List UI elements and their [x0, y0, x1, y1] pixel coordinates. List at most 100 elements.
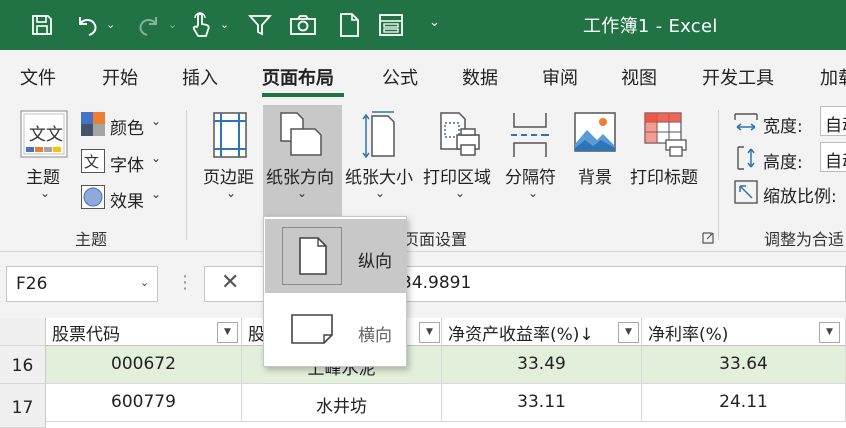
colors-icon[interactable] — [81, 112, 105, 136]
new-file-icon[interactable] — [335, 9, 363, 41]
table-cell[interactable]: 水井坊 — [242, 384, 442, 422]
table-cell[interactable]: 33.64 — [642, 346, 846, 384]
cancel-icon[interactable]: ✕ — [221, 270, 239, 295]
colors-label[interactable]: 颜色 — [110, 114, 144, 139]
menu-item-portrait[interactable]: 纵向 — [265, 219, 407, 293]
tab-developer[interactable]: 开发工具 — [702, 64, 774, 90]
tab-page-layout[interactable]: 页面布局 — [262, 64, 334, 90]
header-stock-code[interactable]: 股票代码 — [46, 318, 242, 346]
filter-dropdown-icon[interactable]: ▼ — [217, 322, 238, 343]
background-icon[interactable] — [574, 112, 616, 152]
active-tab-indicator — [262, 93, 344, 97]
landscape-icon — [291, 314, 333, 344]
group-separator — [718, 110, 719, 240]
table-cell[interactable]: 000672 — [46, 346, 242, 384]
formula-bar-splitter[interactable]: ⋮ — [176, 272, 194, 293]
size-icon[interactable] — [362, 110, 396, 158]
breaks-label[interactable]: 分隔符 — [505, 163, 556, 188]
name-box-dropdown-icon[interactable]: ⌄ — [140, 276, 149, 289]
undo-icon[interactable] — [72, 9, 102, 41]
select-all-corner[interactable] — [0, 318, 46, 346]
filter-icon[interactable] — [245, 9, 275, 41]
width-label: 宽度: — [763, 117, 803, 137]
scale-label: 缩放比例: — [763, 187, 837, 207]
table-cell[interactable]: 33.49 — [442, 346, 642, 384]
fonts-icon[interactable]: 文 — [81, 149, 105, 173]
height-label: 高度: — [763, 153, 803, 173]
print-titles-label[interactable]: 打印标题 — [630, 163, 698, 188]
fonts-label[interactable]: 字体 — [110, 151, 144, 176]
scale-icon — [734, 180, 758, 204]
tab-file[interactable]: 文件 — [20, 64, 56, 90]
table-cell[interactable]: 600779 — [46, 384, 242, 422]
margins-dropdown-icon[interactable]: ⌄ — [226, 186, 236, 200]
width-select[interactable]: 自动 — [820, 106, 846, 136]
effects-dropdown-icon[interactable]: ⌄ — [151, 187, 161, 201]
themes-dropdown-icon[interactable]: ⌄ — [40, 186, 50, 200]
tab-insert[interactable]: 插入 — [182, 64, 218, 90]
camera-icon[interactable] — [287, 9, 319, 41]
group-separator — [186, 110, 187, 240]
filter-dropdown-icon[interactable]: ▼ — [419, 322, 440, 343]
title-bar — [0, 0, 846, 50]
form-icon[interactable] — [376, 9, 406, 41]
effects-label[interactable]: 效果 — [110, 187, 144, 212]
breaks-dropdown-icon[interactable]: ⌄ — [528, 186, 538, 200]
undo-dropdown-icon[interactable]: ⌄ — [106, 16, 116, 34]
portrait-icon-frame — [282, 227, 342, 285]
orientation-dropdown-icon[interactable]: ⌄ — [297, 186, 307, 200]
print-area-icon[interactable] — [439, 111, 483, 159]
header-roe[interactable]: 净资产收益率(%)↓ — [442, 318, 642, 346]
tab-home[interactable]: 开始 — [102, 64, 138, 90]
page-setup-launcher-icon[interactable] — [702, 232, 714, 244]
background-label[interactable]: 背景 — [578, 163, 612, 188]
scale-group-label: 调整为合适 — [764, 230, 845, 249]
table-cell[interactable]: 33.11 — [442, 384, 642, 422]
size-label[interactable]: 纸张大小 — [345, 163, 413, 188]
row-header[interactable]: 17 — [0, 384, 46, 428]
save-icon[interactable] — [28, 9, 56, 41]
filter-dropdown-icon[interactable]: ▼ — [819, 322, 840, 343]
svg-text:文文: 文文 — [29, 125, 63, 145]
tab-formulas[interactable]: 公式 — [382, 64, 418, 90]
page-setup-group-label: 页面设置 — [403, 230, 468, 249]
svg-text:文: 文 — [84, 153, 99, 171]
orientation-label[interactable]: 纸张方向 — [266, 163, 334, 188]
effects-icon[interactable] — [81, 185, 105, 209]
name-box[interactable]: F26 — [6, 266, 158, 302]
header-net-margin[interactable]: 净利率(%) — [642, 318, 846, 346]
breaks-icon[interactable] — [510, 112, 550, 158]
themes-icon[interactable]: 文文 — [20, 110, 68, 158]
redo-dropdown-icon[interactable]: ⌄ — [168, 16, 178, 34]
print-area-label[interactable]: 打印区域 — [423, 163, 491, 188]
fonts-dropdown-icon[interactable]: ⌄ — [151, 151, 161, 165]
row-header[interactable]: 16 — [0, 346, 46, 384]
tab-review[interactable]: 审阅 — [542, 64, 578, 90]
print-area-dropdown-icon[interactable]: ⌄ — [455, 186, 465, 200]
orientation-icon[interactable] — [279, 112, 323, 158]
size-dropdown-icon[interactable]: ⌄ — [375, 186, 385, 200]
menu-item-landscape[interactable]: 横向 — [265, 293, 407, 367]
themes-label[interactable]: 主题 — [26, 163, 60, 188]
tab-addins[interactable]: 加载 — [820, 64, 846, 90]
height-icon — [734, 146, 758, 170]
sort-filter-icon[interactable]: ▼ — [618, 322, 639, 343]
landscape-label: 横向 — [358, 326, 392, 346]
width-icon — [734, 110, 758, 134]
orientation-menu: 纵向 横向 — [263, 216, 407, 367]
margins-icon[interactable] — [213, 112, 247, 158]
customize-qat-icon[interactable]: ⌄ — [429, 14, 440, 32]
tab-data[interactable]: 数据 — [462, 64, 498, 90]
tab-view[interactable]: 视图 — [621, 64, 657, 90]
margins-label[interactable]: 页边距 — [203, 163, 254, 188]
theme-group-label: 主题 — [75, 230, 108, 249]
table-cell[interactable]: 24.11 — [642, 384, 846, 422]
touch-dropdown-icon[interactable]: ⌄ — [220, 16, 230, 34]
print-titles-icon[interactable] — [644, 112, 688, 158]
colors-dropdown-icon[interactable]: ⌄ — [151, 114, 161, 128]
formula-value: 34.9891 — [401, 273, 472, 293]
redo-icon[interactable] — [134, 9, 164, 41]
window-title: 工作簿1 - Excel — [583, 16, 718, 37]
touch-mode-icon[interactable] — [186, 9, 216, 41]
height-select[interactable]: 自动 — [820, 142, 846, 172]
